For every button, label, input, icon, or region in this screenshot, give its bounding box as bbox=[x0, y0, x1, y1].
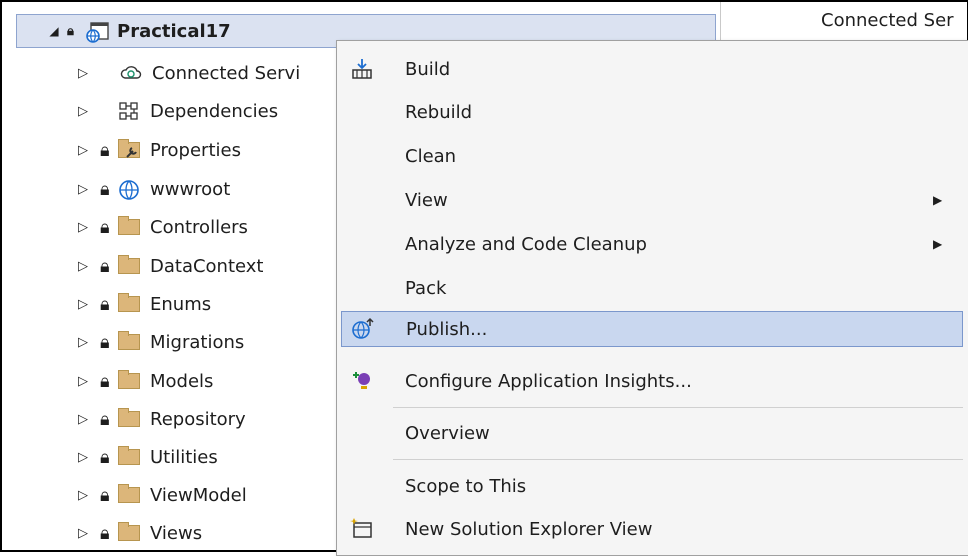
menu-item-build[interactable]: Build bbox=[337, 51, 967, 87]
lock-icon: 🔒︎ bbox=[100, 484, 110, 506]
lock-icon: 🔒︎ bbox=[67, 23, 74, 39]
menu-item-new-view[interactable]: New Solution Explorer View bbox=[337, 511, 967, 547]
expand-arrow-icon[interactable]: ▷ bbox=[76, 450, 90, 465]
tree-item-repository[interactable]: ▷ 🔒︎ Repository bbox=[76, 400, 246, 438]
project-name: Practical17 bbox=[117, 20, 231, 42]
expand-arrow-icon[interactable]: ▷ bbox=[76, 182, 90, 197]
lock-icon: 🔒︎ bbox=[100, 522, 110, 544]
menu-item-label: Rebuild bbox=[405, 101, 473, 123]
expand-arrow-icon[interactable]: ▷ bbox=[76, 374, 90, 389]
lock-icon: 🔒︎ bbox=[100, 293, 110, 315]
menu-item-label: View bbox=[405, 189, 448, 211]
menu-item-label: Publish... bbox=[406, 318, 488, 340]
folder-icon bbox=[118, 484, 142, 505]
insights-bulb-icon bbox=[349, 368, 375, 394]
tree-item-controllers[interactable]: ▷ 🔒︎ Controllers bbox=[76, 208, 248, 246]
expand-arrow-icon[interactable]: ▷ bbox=[76, 66, 90, 81]
tree-item-label: Enums bbox=[150, 293, 212, 315]
folder-icon bbox=[118, 446, 142, 467]
right-pane-title: Connected Ser bbox=[821, 10, 954, 31]
properties-folder-icon bbox=[118, 139, 142, 160]
menu-item-view[interactable]: View ▶ bbox=[337, 182, 967, 218]
tree-item-wwwroot[interactable]: ▷ 🔒︎ wwwroot bbox=[76, 170, 230, 208]
menu-item-label: New Solution Explorer View bbox=[405, 518, 653, 540]
tree-item-datacontext[interactable]: ▷ 🔒︎ DataContext bbox=[76, 247, 264, 285]
expand-arrow-icon[interactable]: ▷ bbox=[76, 259, 90, 274]
menu-item-overview[interactable]: Overview bbox=[337, 415, 967, 451]
tree-item-label: Models bbox=[150, 370, 214, 392]
tree-item-properties[interactable]: ▷ 🔒︎ Properties bbox=[76, 131, 241, 169]
menu-item-configure-insights[interactable]: Configure Application Insights... bbox=[337, 363, 967, 399]
tree-item-label: Migrations bbox=[150, 331, 245, 353]
folder-icon bbox=[118, 408, 142, 429]
folder-icon bbox=[118, 255, 142, 276]
menu-item-scope[interactable]: Scope to This bbox=[337, 468, 967, 504]
tree-item-models[interactable]: ▷ 🔒︎ Models bbox=[76, 362, 213, 400]
tree-item-label: wwwroot bbox=[150, 178, 231, 200]
folder-icon bbox=[118, 370, 142, 391]
publish-globe-icon bbox=[350, 316, 376, 342]
expand-arrow-icon[interactable]: ▷ bbox=[76, 104, 90, 119]
expand-arrow-icon[interactable]: ▷ bbox=[76, 297, 90, 312]
tree-item-dependencies[interactable]: ▷ Dependencies bbox=[76, 92, 278, 130]
tree-item-label: Dependencies bbox=[150, 100, 279, 122]
expand-arrow-icon[interactable]: ▷ bbox=[76, 335, 90, 350]
menu-item-label: Configure Application Insights... bbox=[405, 370, 692, 392]
tree-item-viewmodel[interactable]: ▷ 🔒︎ ViewModel bbox=[76, 476, 247, 514]
menu-separator bbox=[393, 459, 963, 460]
tree-item-label: Controllers bbox=[150, 216, 248, 238]
collapse-arrow-icon[interactable]: ◢ bbox=[47, 24, 61, 38]
lock-icon: 🔒︎ bbox=[100, 446, 110, 468]
context-menu: Build Rebuild Clean View ▶ Analyze and C… bbox=[336, 40, 968, 556]
lock-icon: 🔒︎ bbox=[100, 255, 110, 277]
expand-arrow-icon[interactable]: ▷ bbox=[76, 220, 90, 235]
menu-item-label: Scope to This bbox=[405, 475, 527, 497]
expand-arrow-icon[interactable]: ▷ bbox=[76, 143, 90, 158]
connected-services-icon bbox=[120, 63, 144, 83]
lock-icon: 🔒︎ bbox=[100, 370, 110, 392]
menu-item-label: Clean bbox=[405, 145, 457, 167]
new-explorer-view-icon bbox=[349, 516, 375, 542]
submenu-arrow-icon: ▶ bbox=[933, 193, 943, 207]
tree-item-label: DataContext bbox=[150, 255, 264, 277]
dependencies-icon bbox=[118, 101, 142, 121]
menu-item-pack[interactable]: Pack bbox=[337, 270, 967, 306]
menu-item-publish[interactable]: Publish... bbox=[341, 311, 963, 347]
build-icon bbox=[349, 56, 375, 82]
lock-icon: 🔒︎ bbox=[100, 178, 110, 200]
folder-icon bbox=[118, 522, 142, 543]
tree-item-label: Repository bbox=[150, 408, 246, 430]
menu-item-clean[interactable]: Clean bbox=[337, 138, 967, 174]
expand-arrow-icon[interactable]: ▷ bbox=[76, 488, 90, 503]
globe-icon bbox=[118, 179, 142, 200]
tree-item-label: Connected Servi bbox=[152, 62, 301, 84]
tree-item-views[interactable]: ▷ 🔒︎ Views bbox=[76, 514, 202, 552]
folder-icon bbox=[118, 331, 142, 352]
tree-item-connected-services[interactable]: ▷ Connected Servi bbox=[76, 54, 300, 92]
web-project-icon bbox=[85, 21, 109, 43]
expand-arrow-icon[interactable]: ▷ bbox=[76, 412, 90, 427]
tree-item-migrations[interactable]: ▷ 🔒︎ Migrations bbox=[76, 323, 244, 361]
menu-item-label: Overview bbox=[405, 422, 490, 444]
lock-icon: 🔒︎ bbox=[100, 139, 110, 161]
lock-icon: 🔒︎ bbox=[100, 331, 110, 353]
tree-item-label: Properties bbox=[150, 139, 241, 161]
submenu-arrow-icon: ▶ bbox=[933, 237, 943, 251]
expand-arrow-icon[interactable]: ▷ bbox=[76, 526, 90, 541]
folder-icon bbox=[118, 293, 142, 314]
menu-item-analyze[interactable]: Analyze and Code Cleanup ▶ bbox=[337, 226, 967, 262]
menu-item-label: Pack bbox=[405, 277, 447, 299]
tree-item-label: ViewModel bbox=[150, 484, 247, 506]
tree-item-utilities[interactable]: ▷ 🔒︎ Utilities bbox=[76, 438, 218, 476]
tree-item-label: Utilities bbox=[150, 446, 218, 468]
menu-item-label: Build bbox=[405, 58, 451, 80]
menu-separator bbox=[393, 407, 963, 408]
folder-icon bbox=[118, 216, 142, 237]
lock-icon: 🔒︎ bbox=[100, 408, 110, 430]
menu-item-label: Analyze and Code Cleanup bbox=[405, 233, 647, 255]
tree-item-enums[interactable]: ▷ 🔒︎ Enums bbox=[76, 285, 211, 323]
tree-item-label: Views bbox=[150, 522, 203, 544]
menu-item-rebuild[interactable]: Rebuild bbox=[337, 94, 967, 130]
lock-icon: 🔒︎ bbox=[100, 216, 110, 238]
